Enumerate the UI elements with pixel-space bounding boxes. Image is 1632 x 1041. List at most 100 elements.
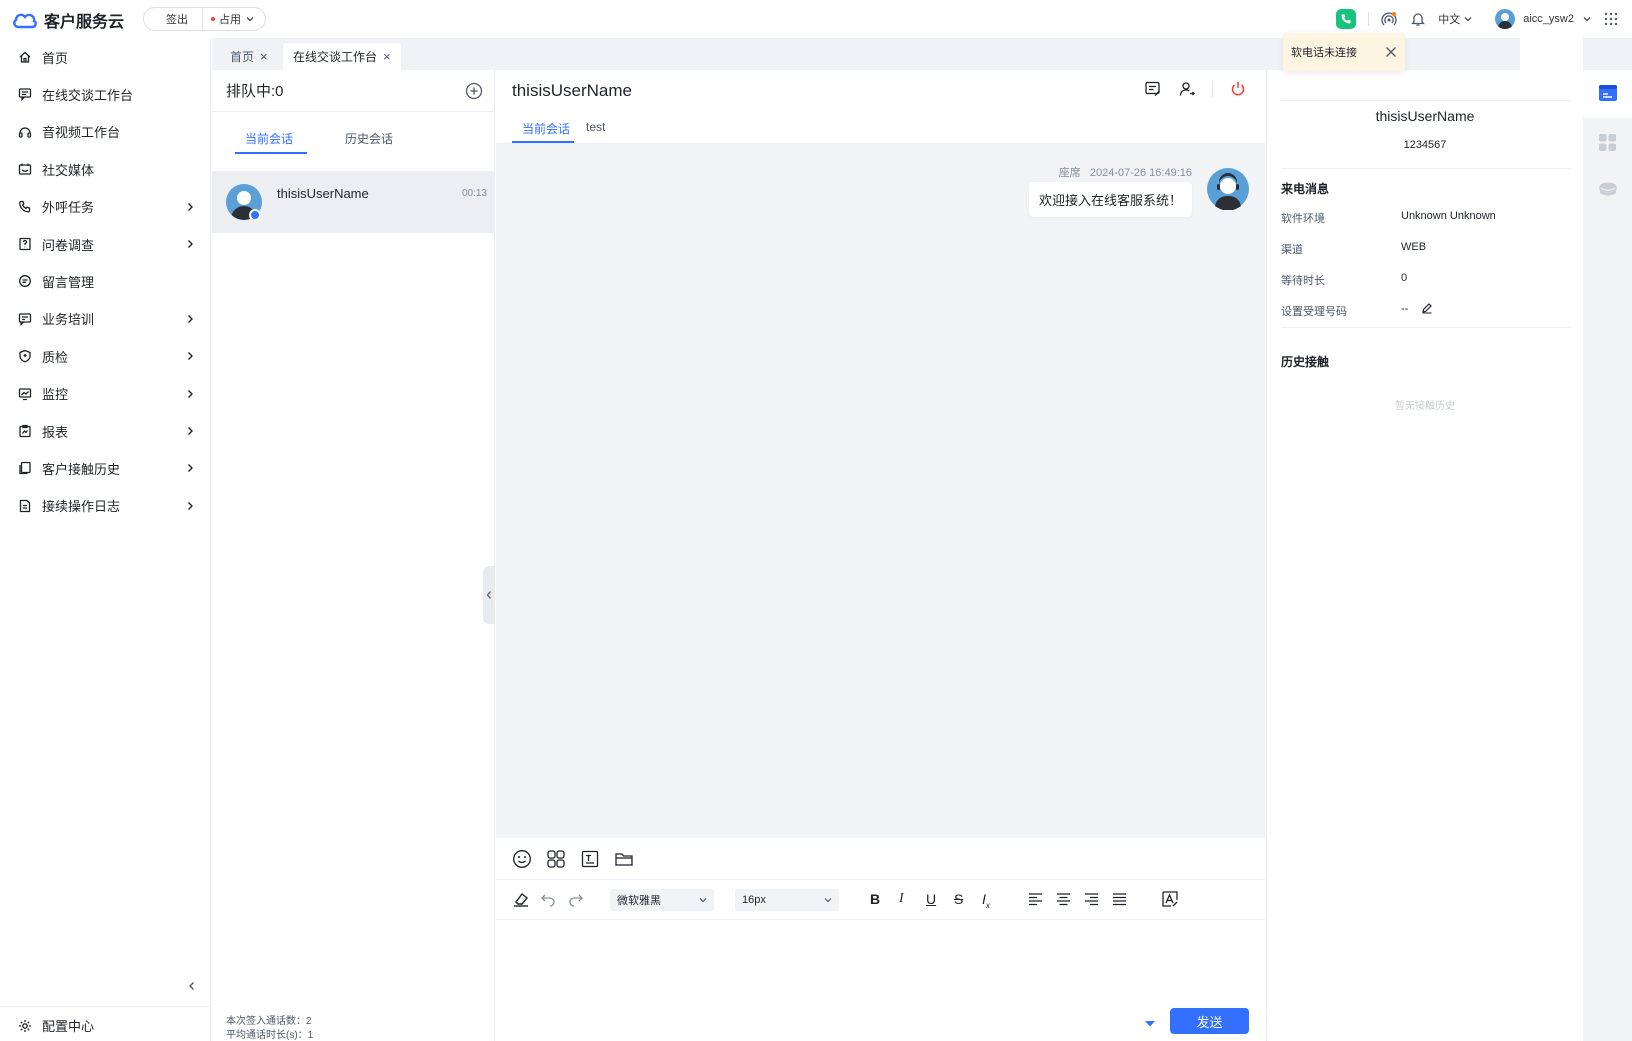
align-left-icon[interactable] xyxy=(1028,892,1043,906)
chevron-right-icon xyxy=(188,202,193,211)
incoming-message-title: 来电消息 xyxy=(1281,182,1330,196)
app-grid-icon[interactable] xyxy=(1604,12,1618,26)
signout-button[interactable]: 签出 xyxy=(144,8,203,30)
align-center-icon[interactable] xyxy=(1056,892,1071,906)
user-menu[interactable]: aicc_ysw2 xyxy=(1495,9,1592,29)
sidebar-item-13-log[interactable]: 接续操作日志 xyxy=(0,487,210,525)
broadcast-icon[interactable] xyxy=(1381,11,1397,27)
sidebar-item-7-message[interactable]: 留言管理 xyxy=(0,262,210,300)
chevron-down-icon xyxy=(699,898,707,903)
sidebar-item-3-headset[interactable]: 音视频工作台 xyxy=(0,113,210,151)
field-value: 0 xyxy=(1401,272,1408,284)
clear-format-icon[interactable]: Ix xyxy=(982,891,990,910)
align-right-icon[interactable] xyxy=(1084,892,1099,906)
font-size-select[interactable]: 16px xyxy=(735,889,839,911)
social-icon xyxy=(17,161,33,177)
sidebar-item-8-training[interactable]: 业务培训 xyxy=(0,300,210,338)
softphone-button[interactable] xyxy=(1336,9,1357,29)
field-label: 设置受理号码 xyxy=(1281,306,1347,318)
sidebar-item-10-monitor[interactable]: 监控 xyxy=(0,375,210,413)
rail-item-knowledge[interactable] xyxy=(1583,166,1632,214)
message-area xyxy=(496,144,1265,838)
config-center-label: 配置中心 xyxy=(42,1019,95,1034)
folder-icon[interactable] xyxy=(614,849,634,869)
sidebar-item-config-center[interactable]: 配置中心 xyxy=(0,1006,210,1041)
sidebar-item-label: 社交媒体 xyxy=(42,162,95,178)
web-channel-badge-icon xyxy=(249,209,261,221)
history-contact-title: 历史接触 xyxy=(1281,355,1330,369)
chat-title: thisisUserName xyxy=(512,81,632,100)
strikethrough-icon[interactable]: S xyxy=(954,891,963,907)
queue-header: 排队中:0 xyxy=(212,70,495,112)
sidebar-item-5-phone[interactable]: 外呼任务 xyxy=(0,188,210,226)
send-options-caret-icon[interactable] xyxy=(1144,1020,1156,1028)
panel-collapse-handle[interactable] xyxy=(483,566,495,624)
sidebar-item-label: 业务培训 xyxy=(42,312,95,328)
sidebar-item-1-home[interactable]: 首页 xyxy=(0,38,210,76)
session-timer: 00:13 xyxy=(461,188,487,199)
chevron-right-icon xyxy=(188,427,193,435)
status-dropdown[interactable]: 占用 xyxy=(203,8,265,30)
tab-current-session[interactable]: 当前会话 xyxy=(522,120,570,137)
font-family-select[interactable]: 微软雅黑 xyxy=(610,889,714,911)
message-editor[interactable] xyxy=(496,920,1265,1000)
field-value: -- xyxy=(1401,303,1409,315)
close-icon[interactable]: × xyxy=(383,49,391,64)
divider xyxy=(1368,12,1370,26)
bold-icon[interactable]: B xyxy=(870,891,880,907)
language-switcher[interactable]: 中文 xyxy=(1438,11,1473,27)
italic-icon[interactable]: I xyxy=(899,891,904,907)
redo-icon[interactable] xyxy=(568,891,584,907)
sidebar-collapse-button[interactable] xyxy=(186,980,198,992)
monitor-icon xyxy=(17,386,33,402)
power-end-icon[interactable] xyxy=(1229,80,1247,98)
text-box-icon[interactable] xyxy=(1161,890,1179,908)
undo-icon[interactable] xyxy=(540,891,556,907)
sidebar-item-4-social[interactable]: 社交媒体 xyxy=(0,150,210,188)
chevron-left-icon xyxy=(486,591,491,599)
sidebar-item-6-survey[interactable]: 问卷调查 xyxy=(0,225,210,263)
summary-icon[interactable] xyxy=(1144,80,1162,98)
edit-pencil-icon[interactable] xyxy=(1421,302,1433,314)
text-template-icon[interactable] xyxy=(580,849,600,869)
transfer-user-icon[interactable] xyxy=(1178,80,1196,98)
underline-icon[interactable]: U xyxy=(926,891,936,907)
sidebar-item-label: 音视频工作台 xyxy=(42,125,121,141)
phone-icon xyxy=(17,199,33,215)
sidebar-item-label: 在线交谈工作台 xyxy=(42,87,134,103)
eraser-icon[interactable] xyxy=(512,890,530,908)
chevron-right-icon xyxy=(188,464,193,473)
report-icon xyxy=(17,423,33,439)
sidebar-item-9-shield[interactable]: 质检 xyxy=(0,337,210,375)
align-justify-icon[interactable] xyxy=(1112,892,1127,906)
send-button[interactable]: 发送 xyxy=(1170,1008,1249,1034)
sidebar-item-label: 客户接触历史 xyxy=(42,461,121,477)
tab-current-sessions[interactable]: 当前会话 xyxy=(245,130,293,147)
sidebar: 首页在线交谈工作台 音视频工作台 社交媒体外呼任务 问卷调查 留言管理业务培训质检 监控报… xyxy=(0,38,211,1041)
sidebar-item-2-chat[interactable]: 在线交谈工作台 xyxy=(0,75,210,113)
survey-icon xyxy=(17,236,33,252)
emoji-icon[interactable] xyxy=(512,849,532,869)
apps-grid-icon xyxy=(1599,134,1616,151)
add-circle-icon[interactable] xyxy=(465,82,483,100)
tab-test[interactable]: test xyxy=(586,120,605,134)
tab-online-chat-workbench[interactable]: 在线交谈工作台 × xyxy=(283,43,401,70)
chevron-down-icon xyxy=(1583,17,1591,22)
session-name: thisisUserName xyxy=(277,186,369,201)
phone-icon xyxy=(1341,14,1351,24)
tab-history-sessions[interactable]: 历史会话 xyxy=(345,130,393,147)
bell-icon[interactable] xyxy=(1411,11,1426,27)
rail-item-customer-info[interactable] xyxy=(1583,70,1632,118)
history-empty-text: 暂无接触历史 xyxy=(1395,401,1455,412)
message-bubble: 欢迎接入在线客服系统！ xyxy=(1028,182,1192,217)
sidebar-item-12-history[interactable]: 客户接触历史 xyxy=(0,449,210,487)
field-label: 软件环境 xyxy=(1281,213,1325,225)
field-label: 等待时长 xyxy=(1281,275,1325,287)
rail-item-apps[interactable] xyxy=(1583,118,1632,166)
sidebar-item-11-report[interactable]: 报表 xyxy=(0,412,210,450)
close-icon[interactable]: × xyxy=(260,49,268,64)
close-icon[interactable] xyxy=(1385,46,1397,58)
tab-home[interactable]: 首页 × xyxy=(220,43,278,70)
quick-reply-grid-icon[interactable] xyxy=(546,849,566,869)
session-item[interactable]: thisisUserName 00:13 xyxy=(212,171,495,233)
